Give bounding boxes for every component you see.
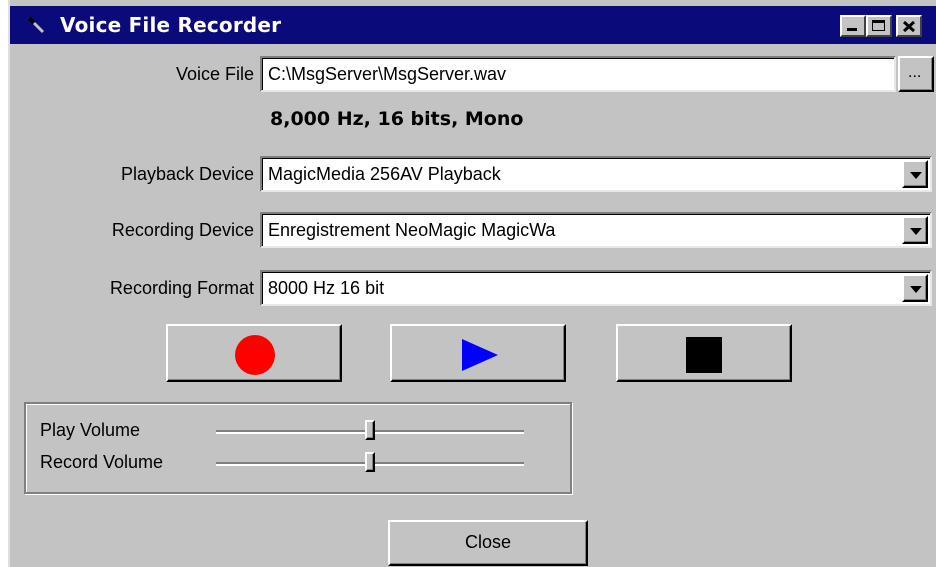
chevron-down-icon	[910, 286, 922, 293]
recording-format-dropdown-button[interactable]	[902, 274, 928, 302]
minimize-button[interactable]	[840, 15, 866, 37]
close-window-button[interactable]	[896, 15, 922, 37]
minimize-icon	[847, 28, 857, 31]
maximize-button[interactable]	[866, 15, 892, 37]
close-icon	[902, 20, 916, 33]
record-volume-label: Record Volume	[40, 452, 164, 472]
voice-file-input[interactable]: C:\MsgServer\MsgServer.wav	[260, 56, 896, 92]
microphone-icon	[27, 16, 45, 34]
chevron-down-icon	[910, 228, 922, 235]
record-button[interactable]	[166, 324, 342, 382]
playback-device-dropdown-button[interactable]	[902, 160, 928, 188]
play-icon	[462, 339, 498, 371]
recording-device-value: Enregistrement NeoMagic MagicWa	[268, 220, 556, 240]
maximize-icon	[872, 20, 885, 31]
browse-button[interactable]: ...	[898, 56, 934, 92]
play-volume-slider[interactable]	[365, 420, 375, 440]
format-info: 8,000 Hz, 16 bits, Mono	[270, 108, 524, 130]
recording-device-select[interactable]: Enregistrement NeoMagic MagicWa	[260, 212, 932, 248]
voice-file-label: Voice File	[175, 64, 254, 84]
record-icon	[235, 335, 275, 375]
title-bar[interactable]: Voice File Recorder	[10, 6, 936, 44]
browse-label: ...	[908, 64, 922, 81]
playback-device-label: Playback Device	[120, 164, 254, 184]
recording-format-label: Recording Format	[109, 278, 254, 298]
recording-device-dropdown-button[interactable]	[902, 216, 928, 244]
close-button[interactable]: Close	[388, 520, 588, 566]
window-title: Voice File Recorder	[60, 13, 282, 37]
recording-format-select[interactable]: 8000 Hz 16 bit	[260, 270, 932, 306]
play-volume-label: Play Volume	[40, 420, 141, 440]
stop-button[interactable]	[616, 324, 792, 382]
recording-device-label: Recording Device	[111, 220, 254, 240]
recording-format-value: 8000 Hz 16 bit	[268, 278, 385, 298]
voice-file-value: C:\MsgServer\MsgServer.wav	[268, 64, 507, 84]
chevron-down-icon	[910, 172, 922, 179]
voice-file-recorder-window: Voice File Recorder Voice File C:\MsgSer…	[8, 0, 936, 567]
close-button-label: Close	[464, 532, 512, 552]
playback-device-value: MagicMedia 256AV Playback	[268, 164, 501, 184]
play-button[interactable]	[390, 324, 566, 382]
playback-device-select[interactable]: MagicMedia 256AV Playback	[260, 156, 932, 192]
record-volume-slider[interactable]	[365, 452, 375, 472]
stop-icon	[686, 337, 722, 373]
volume-group: Play Volume Record Volume	[24, 402, 572, 494]
